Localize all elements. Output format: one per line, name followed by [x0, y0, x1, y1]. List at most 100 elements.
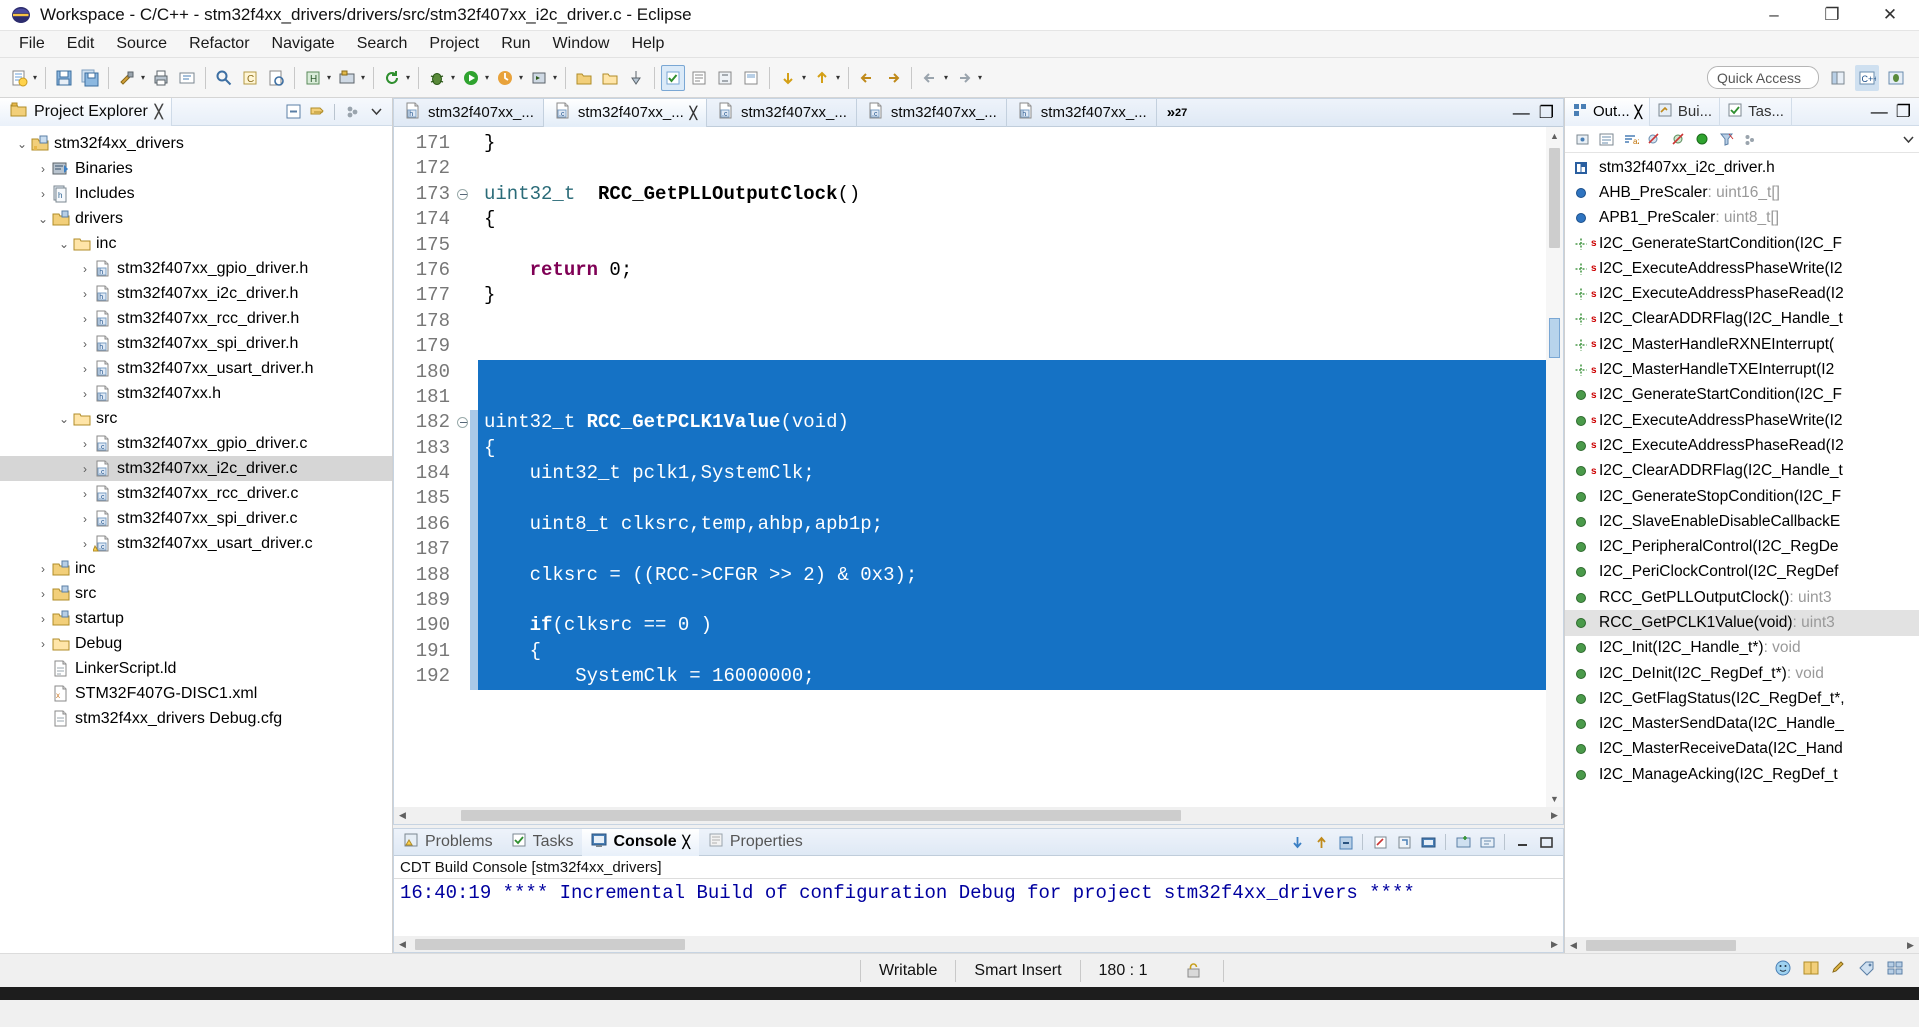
code-line[interactable]	[478, 359, 1563, 385]
console-scroll-left-icon[interactable]: ◀	[394, 936, 411, 953]
code-line[interactable]	[478, 384, 1563, 411]
clear-console-icon[interactable]	[1369, 831, 1391, 853]
view-menu-icon[interactable]	[341, 101, 363, 123]
scroll-lock-icon[interactable]	[1334, 831, 1356, 853]
editor-overview-marker[interactable]	[1549, 318, 1560, 358]
maximize-icon[interactable]	[1535, 831, 1557, 853]
tab-project-explorer[interactable]: Project Explorer ╳	[0, 97, 172, 126]
tree-item[interactable]: › h stm32f407xx_rcc_driver.h	[0, 306, 392, 331]
menu-search[interactable]: Search	[346, 32, 419, 56]
tree-expand-arrow-icon[interactable]: ›	[77, 387, 93, 401]
code-line[interactable]: uint8_t clksrc,temp,ahbp,apb1p;	[478, 511, 1563, 538]
perspective-debug-icon[interactable]	[1884, 65, 1908, 91]
new-class-icon[interactable]: H	[301, 65, 325, 91]
tree-expand-arrow-icon[interactable]: ›	[77, 262, 93, 276]
code-line[interactable]: {	[478, 638, 1563, 665]
code-viewport[interactable]: 171 172 173 174 175 176 177 178 179 180 181 182 183 1…	[394, 127, 1563, 807]
tree-item[interactable]: › src	[0, 581, 392, 606]
outline-item[interactable]: s I2C_ClearADDRFlag(I2C_Handle_t	[1565, 459, 1919, 484]
show-whitespace-icon[interactable]	[713, 65, 737, 91]
run-dropdown-icon[interactable]: ▾	[485, 73, 492, 82]
outline-item[interactable]: I2C_GenerateStopCondition(I2C_F	[1565, 484, 1919, 509]
outline-hscroll-thumb[interactable]	[1586, 939, 1736, 951]
hide-nonpublic-icon[interactable]	[1667, 128, 1689, 150]
outline-item[interactable]: s I2C_GenerateStartCondition(I2C_F	[1565, 231, 1919, 256]
block-selection-icon[interactable]	[739, 65, 763, 91]
editor-vertical-scrollbar[interactable]: ▲ ▼	[1546, 127, 1563, 807]
focus-active-task-icon[interactable]	[1571, 128, 1593, 150]
display-selected-console-icon[interactable]	[1417, 831, 1439, 853]
code-line[interactable]: uint32_t RCC_GetPCLK1Value(void)	[478, 410, 1563, 436]
outline-item[interactable]: RCC_GetPCLK1Value(void) : uint3	[1565, 610, 1919, 636]
tree-expand-arrow-icon[interactable]: ›	[77, 537, 93, 551]
menu-source[interactable]: Source	[105, 32, 178, 56]
outline-item[interactable]: s I2C_ExecuteAddressPhaseWrite(I2	[1565, 256, 1919, 281]
new-console-view-icon[interactable]	[1452, 831, 1474, 853]
outline-item[interactable]: s I2C_ExecuteAddressPhaseRead(I2	[1565, 433, 1919, 458]
tree-expand-arrow-icon[interactable]: ›	[77, 487, 93, 501]
scroll-right-arrow-icon[interactable]: ▶	[1546, 807, 1563, 824]
tree-item[interactable]: › .c stm32f407xx_spi_driver.c	[0, 506, 392, 531]
prev-edit-dropdown-icon[interactable]: ▾	[944, 73, 951, 82]
tree-item[interactable]: › Binaries	[0, 156, 392, 181]
run-icon[interactable]	[459, 65, 483, 91]
tree-expand-arrow-icon[interactable]: ›	[35, 162, 51, 176]
editor-horizontal-scrollbar[interactable]: ◀ ▶	[394, 807, 1563, 824]
code-line[interactable]	[478, 486, 1563, 512]
outline-item[interactable]: I2C_ManageAcking(I2C_RegDef_t	[1565, 762, 1919, 787]
code-line[interactable]: }	[478, 131, 1563, 156]
outline-scroll-right-icon[interactable]: ▶	[1902, 937, 1919, 954]
new-wizard-icon[interactable]	[7, 65, 31, 91]
editor-tab[interactable]: .c stm32f407xx_...	[707, 98, 857, 127]
tree-item[interactable]: ⌄ stm32f4xx_drivers	[0, 131, 392, 156]
rename-icon[interactable]	[175, 65, 199, 91]
profile-icon[interactable]	[493, 65, 517, 91]
back-icon[interactable]	[855, 65, 879, 91]
tree-item[interactable]: stm32f4xx_drivers Debug.cfg	[0, 706, 392, 731]
save-all-icon[interactable]	[78, 65, 102, 91]
editor-tab[interactable]: .c stm32f407xx_...	[857, 98, 1007, 127]
outline-horizontal-scrollbar[interactable]: ◀ ▶	[1565, 937, 1919, 953]
build-dropdown-icon[interactable]: ▾	[141, 73, 148, 82]
console-hscroll-thumb[interactable]	[415, 938, 685, 950]
menu-run[interactable]: Run	[490, 32, 541, 56]
fold-marker[interactable]	[456, 410, 470, 435]
collapse-all-icon[interactable]	[282, 101, 304, 123]
console-scroll-right-icon[interactable]: ▶	[1546, 936, 1563, 953]
quick-access-input[interactable]: Quick Access	[1707, 66, 1819, 89]
tree-item[interactable]: › inc	[0, 556, 392, 581]
scroll-down-arrow-icon[interactable]: ▼	[1546, 790, 1563, 807]
tree-expand-arrow-icon[interactable]: ›	[35, 612, 51, 626]
outline-item[interactable]: I2C_MasterReceiveData(I2C_Hand	[1565, 737, 1919, 762]
scroll-up-arrow-icon[interactable]: ▲	[1546, 127, 1563, 144]
outline-list[interactable]: stm32f407xx_i2c_driver.h AHB_PreScaler : …	[1565, 153, 1919, 937]
editor-tab[interactable]: h stm32f407xx_...	[1007, 98, 1157, 127]
run-external-icon[interactable]	[527, 65, 551, 91]
folding-ruler[interactable]	[456, 127, 470, 807]
outline-item[interactable]: s I2C_MasterHandleRXNEInterrupt(	[1565, 332, 1919, 357]
close-button[interactable]: ✕	[1861, 0, 1919, 31]
book-icon[interactable]	[1801, 959, 1821, 982]
console-horizontal-scrollbar[interactable]: ◀ ▶	[394, 936, 1563, 952]
console-tab[interactable]: Console ╳	[582, 828, 699, 856]
tree-item[interactable]: LinkerScript.ld	[0, 656, 392, 681]
maximize-icon[interactable]: ❐	[1896, 102, 1911, 122]
outline-item[interactable]: I2C_PeriClockControl(I2C_RegDef	[1565, 560, 1919, 585]
tree-expand-arrow-icon[interactable]: ›	[35, 562, 51, 576]
outline-item[interactable]: I2C_Init(I2C_Handle_t*) : void	[1565, 636, 1919, 661]
minimize-button[interactable]: –	[1745, 0, 1803, 31]
menu-file[interactable]: File	[8, 32, 56, 56]
tree-expand-arrow-icon[interactable]: ›	[77, 287, 93, 301]
code-line[interactable]	[478, 588, 1563, 614]
prev-annotation-dropdown-icon[interactable]: ▾	[836, 73, 843, 82]
editor-vscroll-thumb[interactable]	[1549, 148, 1560, 248]
open-perspective-icon[interactable]	[1826, 65, 1850, 91]
close-icon[interactable]: ╳	[683, 835, 690, 849]
debug-dropdown-icon[interactable]: ▾	[451, 73, 458, 82]
build-config-icon[interactable]	[335, 65, 359, 91]
maximize-button[interactable]: ❐	[1803, 0, 1861, 31]
menu-window[interactable]: Window	[542, 32, 621, 56]
sort-icon[interactable]: az	[1619, 128, 1641, 150]
prev-edit-icon[interactable]	[918, 65, 942, 91]
code-line[interactable]: }	[478, 283, 1563, 308]
